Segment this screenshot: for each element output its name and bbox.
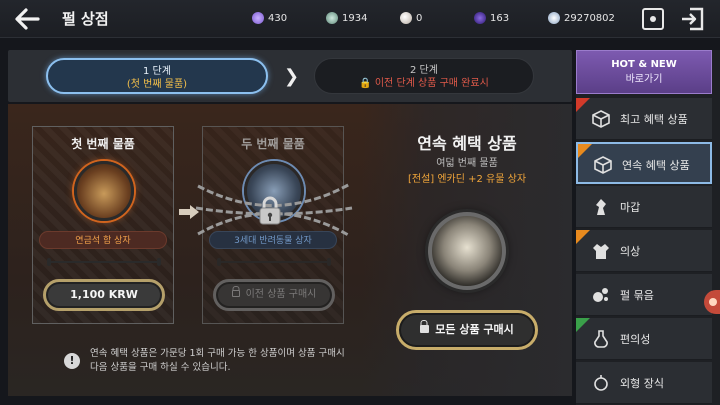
currency-dark-gem: 163 xyxy=(474,10,509,26)
sidebar-item-best-deals[interactable]: 최고 혜택 상품 xyxy=(576,98,712,140)
sidebar-item-pearl-bundle[interactable]: 펄 묶음 xyxy=(576,274,712,316)
showcase-title: 연속 혜택 상품 xyxy=(417,134,517,153)
stage-1-tab[interactable]: 1 단계 (첫 번째 물품) xyxy=(46,58,268,94)
divider xyxy=(47,258,161,266)
divider xyxy=(217,258,331,266)
sidebar-item-costume[interactable]: 의상 xyxy=(576,230,712,272)
pearl-icon xyxy=(400,12,412,24)
sale-ribbon-icon xyxy=(576,318,590,332)
item-name: 연금석 함 상자 xyxy=(39,231,167,249)
lock-icon: 🔒 xyxy=(359,78,372,89)
relic-box-icon[interactable] xyxy=(428,212,506,290)
stage-arrow-icon: ❯ xyxy=(284,66,300,87)
bonus-showcase: 연속 혜택 상품 여덟 번째 물품 [전설] 엔카딘 +2 유물 상자 모든 상… xyxy=(362,104,572,396)
page-title: 펄 상점 xyxy=(62,10,109,28)
decoration-icon xyxy=(594,375,608,391)
notice-text: 연속 혜택 상품은 가문당 1회 구매 가능 한 상품이며 상품 구매시 다음 … xyxy=(90,348,345,373)
padlock-icon xyxy=(259,196,281,225)
sidebar-item-appearance-decor[interactable]: 외형 장식 xyxy=(576,362,712,404)
cube-icon xyxy=(592,110,610,128)
currency-pearl: 0 xyxy=(400,10,422,26)
exit-icon[interactable] xyxy=(680,7,706,31)
amethyst-icon xyxy=(252,12,264,24)
showcase-item-name: [전설] 엔카딘 +2 유물 상자 xyxy=(407,174,527,185)
dark-gem-icon xyxy=(474,12,486,24)
potion-icon xyxy=(594,330,608,348)
sidebar-item-consecutive-deals[interactable]: 연속 혜택 상품 xyxy=(576,142,712,184)
sidebar-item-horse-armor[interactable]: 마갑 xyxy=(576,186,712,228)
stone-coin-icon xyxy=(326,12,338,24)
back-arrow-icon[interactable] xyxy=(12,6,42,32)
hot-ribbon-icon xyxy=(576,98,590,112)
sidebar-item-convenience[interactable]: 편의성 xyxy=(576,318,712,360)
locked-purchase-button[interactable]: 이전 상품 구매시 xyxy=(213,279,335,311)
category-sidebar: HOT & NEW 바로가기 최고 혜택 상품 연속 혜택 상품 마갑 의상 펄… xyxy=(576,50,720,405)
first-item-card: 첫 번째 물품 연금석 함 상자 1,100 KRW xyxy=(32,126,174,324)
showcase-subtitle: 여덟 번째 물품 xyxy=(436,158,498,169)
price-button[interactable]: 1,100 KRW xyxy=(43,279,165,311)
card-title: 첫 번째 물품 xyxy=(71,137,135,151)
top-bar: 펄 상점 430 1934 0 163 29270802 xyxy=(0,0,720,38)
info-icon: ! xyxy=(64,353,80,369)
new-ribbon-icon xyxy=(578,144,592,158)
main-panel: 첫 번째 물품 연금석 함 상자 1,100 KRW 두 번째 물품 3세대 반… xyxy=(8,104,572,396)
currency-amethyst: 430 xyxy=(252,10,287,26)
new-ribbon-icon xyxy=(576,230,590,244)
lock-icon xyxy=(231,290,240,297)
pearls-icon xyxy=(593,288,608,302)
buy-all-button[interactable]: 모든 상품 구매시 xyxy=(396,310,538,350)
stage-2-tab[interactable]: 2 단계 🔒 이전 단계 상품 구매 완료시 xyxy=(314,58,534,94)
horse-head-icon xyxy=(596,199,606,215)
lock-icon xyxy=(420,325,430,333)
currency-stone: 1934 xyxy=(326,10,367,26)
silver-coin-icon xyxy=(548,12,560,24)
storage-box-icon[interactable] xyxy=(642,8,664,30)
hot-new-shortcut[interactable]: HOT & NEW 바로가기 xyxy=(576,50,712,94)
item-name: 3세대 반려동물 상자 xyxy=(209,231,337,249)
cube-icon xyxy=(594,156,612,174)
alchemy-stone-box-icon[interactable] xyxy=(74,161,134,221)
costume-icon xyxy=(593,244,609,259)
right-arrow-icon xyxy=(179,205,199,219)
currency-silver: 29270802 xyxy=(548,10,615,26)
stage-bar: 1 단계 (첫 번째 물품) ❯ 2 단계 🔒 이전 단계 상품 구매 완료시 xyxy=(8,50,572,102)
card-title: 두 번째 물품 xyxy=(241,137,305,151)
